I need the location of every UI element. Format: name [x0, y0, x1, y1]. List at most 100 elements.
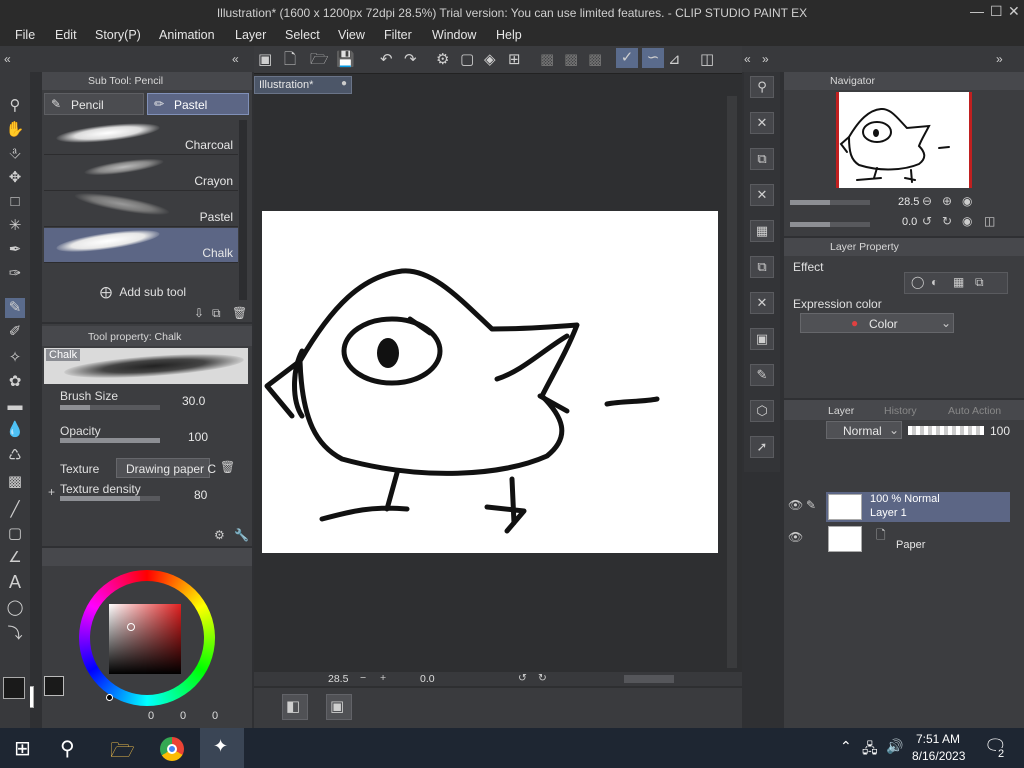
menu-animation[interactable]: Animation — [159, 28, 215, 42]
tone-icon[interactable]: ▦ — [750, 220, 774, 242]
snap-curve-icon[interactable]: ∽ — [642, 48, 664, 68]
figure-icon[interactable]: ╱ — [5, 500, 25, 520]
layer-row-selected[interactable]: 100 % Normal Layer 1 — [826, 492, 1010, 522]
text-tool-icon[interactable]: A — [5, 572, 25, 592]
menu-story[interactable]: Story(P) — [95, 28, 141, 42]
collapse-right-icon[interactable]: « — [232, 49, 239, 69]
blend-mode-select[interactable]: Normal ⌄ — [826, 421, 902, 439]
network-icon[interactable]: 🖧 — [862, 738, 878, 762]
layer-opacity-slider[interactable] — [908, 426, 984, 435]
subtool-duplicate-icon[interactable]: ⧉ — [212, 303, 221, 323]
menu-file[interactable]: File — [15, 28, 35, 42]
texture-density-slider[interactable] — [60, 496, 160, 501]
pen-tool-icon[interactable]: ✑ — [5, 264, 25, 284]
brush-size-slider[interactable] — [60, 405, 160, 410]
clock-date[interactable]: 8/16/2023 — [912, 749, 965, 763]
preview-button[interactable]: ▣ — [326, 694, 352, 720]
chrome-icon[interactable] — [160, 737, 184, 761]
fill-tool-icon[interactable]: ♺ — [5, 446, 25, 466]
property-wrench-icon[interactable]: 🔧 — [234, 528, 249, 542]
canvas-tab[interactable]: Illustration* ● — [254, 76, 352, 94]
rotate-left-icon[interactable]: ↺ — [518, 672, 527, 684]
pencil-tool-icon[interactable]: ✎ — [5, 298, 25, 318]
canvas-zoom-value[interactable]: 28.5 — [328, 673, 348, 685]
navigator-fit-icon[interactable]: ◉ — [962, 194, 972, 208]
close-image-icon[interactable]: ✕ — [750, 112, 774, 134]
undo-icon[interactable]: ↶ — [380, 50, 393, 70]
subtool-tab-pastel[interactable]: ✏ Pastel — [147, 93, 249, 115]
brush-size-value[interactable]: 30.0 — [182, 394, 205, 408]
device-icon[interactable]: ◫ — [700, 50, 714, 70]
hue-handle[interactable] — [127, 623, 135, 631]
close-layer-icon[interactable]: ✕ — [750, 184, 774, 206]
subtool-scrollbar[interactable] — [239, 120, 247, 300]
main-color-swatch[interactable] — [44, 676, 64, 696]
clear-icon[interactable]: ▢ — [460, 50, 474, 70]
tab-history[interactable]: History — [884, 405, 917, 417]
fill-icon[interactable]: ◈ — [484, 50, 496, 70]
opacity-slider[interactable] — [60, 438, 160, 443]
eye-icon[interactable]: 👁 — [788, 498, 803, 512]
rotate-right-icon[interactable]: ↻ — [538, 672, 547, 684]
tray-chevron-icon[interactable]: ⌃ — [840, 738, 852, 755]
windows-start-icon[interactable]: ⊞ — [14, 736, 31, 761]
texture-select[interactable]: Drawing paper C — [116, 458, 216, 478]
file-explorer-icon[interactable]: 🗁 — [110, 736, 135, 768]
menu-layer[interactable]: Layer — [235, 28, 266, 42]
airbrush-icon[interactable]: ✧ — [5, 348, 25, 368]
subtool-delete-icon[interactable]: 🗑 — [232, 303, 247, 323]
eraser-icon[interactable]: ▬ — [5, 396, 25, 416]
search-icon[interactable]: ⚲ — [60, 736, 75, 761]
transform-icon[interactable]: ⊞ — [508, 50, 521, 70]
expand-icon[interactable]: + — [48, 485, 55, 499]
zoom-in-icon[interactable]: + — [380, 672, 386, 684]
canvas-angle-value[interactable]: 0.0 — [420, 673, 435, 685]
save-icon[interactable]: 💾 — [336, 50, 355, 70]
effect-pattern-icon[interactable]: ▦ — [953, 275, 964, 289]
ruler-icon[interactable]: ∠ — [5, 548, 25, 568]
selection-icon[interactable]: □ — [5, 192, 25, 212]
menu-help[interactable]: Help — [496, 28, 522, 42]
navigator-zoom-in-icon[interactable]: ⊕ — [942, 194, 952, 208]
timeline-button[interactable]: ◧ — [282, 694, 308, 720]
eyedropper-icon[interactable]: ✒ — [5, 240, 25, 260]
navigator-reset-icon[interactable]: ◉ — [962, 214, 972, 228]
operation-tool-icon[interactable]: ⎀ — [5, 144, 25, 164]
subtool-tab-pencil[interactable]: ✎ Pencil — [44, 93, 144, 115]
gradient-icon[interactable]: ▩ — [5, 472, 25, 492]
maximize-icon[interactable]: ☐ — [990, 3, 1003, 20]
collapse-mid-left-icon[interactable]: « — [744, 49, 751, 69]
tab-layer[interactable]: Layer — [828, 405, 854, 417]
settings-icon[interactable]: ⚙ — [436, 50, 449, 70]
invert-icon[interactable]: ▩ — [588, 50, 602, 70]
crop-icon[interactable]: ▩ — [564, 50, 578, 70]
snap-grid-icon[interactable]: ⊿ — [668, 50, 681, 70]
effect-layer-icon[interactable]: ⧉ — [975, 275, 984, 290]
deselect-icon[interactable]: ▩ — [540, 50, 554, 70]
redo-icon[interactable]: ↷ — [404, 50, 417, 70]
navigator-zoom-value[interactable]: 28.5 — [898, 196, 919, 208]
brush-tool-icon[interactable]: ✐ — [5, 322, 25, 342]
auto-select-icon[interactable]: ✳ — [5, 216, 25, 236]
minimize-icon[interactable]: — — [970, 3, 984, 19]
zoom-out-icon[interactable]: − — [360, 672, 366, 684]
hand-tool-icon[interactable]: ✋ — [5, 120, 25, 140]
move-layer-icon[interactable]: ✥ — [5, 168, 25, 188]
menu-window[interactable]: Window — [432, 28, 476, 42]
collapse-left-icon[interactable]: « — [4, 49, 11, 69]
expression-color-select[interactable]: ● Color ⌄ — [800, 313, 954, 333]
layer-copy-icon[interactable]: ⧉ — [750, 256, 774, 278]
canvas-vscroll[interactable] — [727, 96, 737, 668]
canvas-hscroll[interactable] — [624, 675, 674, 683]
brush-item-pastel[interactable]: Pastel — [44, 188, 238, 227]
clip-studio-task[interactable]: ✦ — [200, 728, 244, 768]
layer-row-paper[interactable]: 🗋 Paper — [826, 524, 1010, 554]
navigator-flip-icon[interactable]: ◫ — [984, 214, 995, 228]
navigator-rotate-right-icon[interactable]: ↻ — [942, 214, 952, 228]
open-file-icon[interactable]: 🗁 — [310, 50, 329, 70]
blend-icon[interactable]: 💧 — [5, 420, 25, 440]
copy-image-icon[interactable]: ⧉ — [750, 148, 774, 170]
close-icon[interactable]: ✕ — [1008, 3, 1020, 20]
brush-item-crayon[interactable]: Crayon — [44, 155, 238, 191]
menu-filter[interactable]: Filter — [384, 28, 412, 42]
